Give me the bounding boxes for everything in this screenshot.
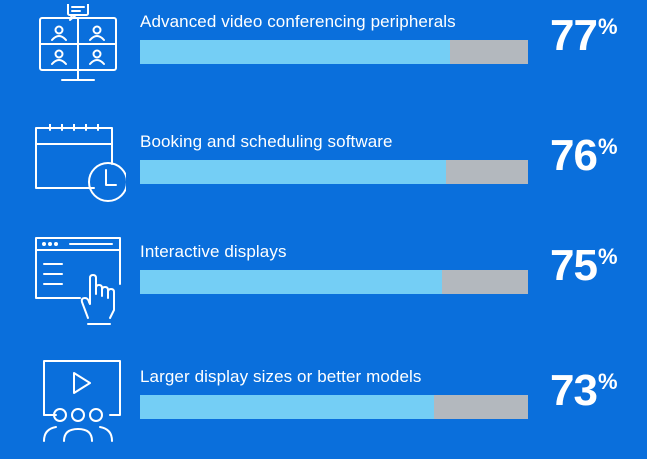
bar-track [140, 160, 528, 184]
value-label: 77% [550, 11, 618, 60]
bar-track [140, 270, 528, 294]
bar-label: Booking and scheduling software [140, 132, 393, 151]
bar-fill [140, 395, 434, 419]
value-label: 76% [550, 131, 618, 180]
bar-fill [140, 40, 450, 64]
video-conference-monitor-icon [30, 4, 126, 100]
bar-row-video-conferencing: Advanced video conferencing peripherals … [0, 4, 647, 104]
bar-track [140, 40, 528, 64]
bar-label: Larger display sizes or better models [140, 367, 422, 386]
bar-fill [140, 270, 442, 294]
bar-track [140, 395, 528, 419]
bar-fill [140, 160, 446, 184]
bar-label: Advanced video conferencing peripherals [140, 12, 456, 31]
bar-row-interactive-displays: Interactive displays 75% [0, 234, 647, 334]
value-label: 75% [550, 241, 618, 290]
presentation-audience-icon [30, 359, 126, 455]
interactive-display-touch-icon [30, 234, 126, 330]
calendar-clock-icon [30, 124, 126, 220]
bar-label: Interactive displays [140, 242, 287, 261]
bar-row-booking-software: Booking and scheduling software 76% [0, 124, 647, 224]
value-label: 73% [550, 366, 618, 415]
bar-row-larger-displays: Larger display sizes or better models 73… [0, 359, 647, 459]
